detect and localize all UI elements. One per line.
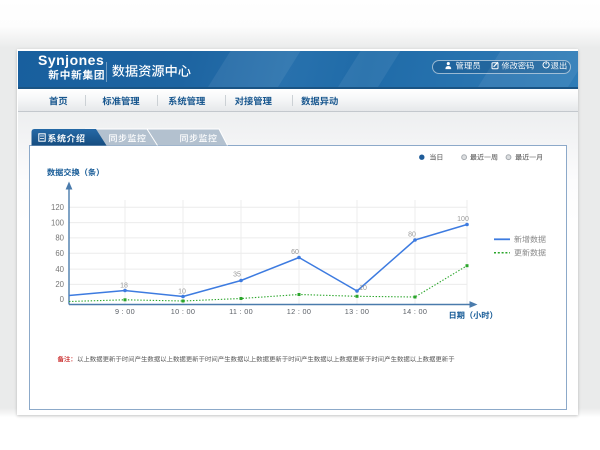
svg-text:12 : 00: 12 : 00 <box>287 307 311 316</box>
svg-text:60: 60 <box>55 249 64 258</box>
svg-text:100: 100 <box>51 218 65 227</box>
svg-text:80: 80 <box>408 232 416 239</box>
svg-text:80: 80 <box>55 234 64 243</box>
svg-text:11 : 00: 11 : 00 <box>229 307 253 316</box>
svg-text:40: 40 <box>55 265 64 274</box>
svg-text:10 : 00: 10 : 00 <box>171 307 195 316</box>
svg-text:14 : 00: 14 : 00 <box>403 307 427 316</box>
svg-text:100: 100 <box>457 216 469 223</box>
svg-text:13 : 00: 13 : 00 <box>345 307 369 316</box>
svg-text:20: 20 <box>55 280 64 289</box>
svg-text:9 : 00: 9 : 00 <box>115 307 135 316</box>
svg-text:18: 18 <box>120 282 128 289</box>
svg-text:10: 10 <box>359 285 367 292</box>
svg-text:60: 60 <box>291 249 299 256</box>
svg-text:10: 10 <box>178 288 186 295</box>
svg-text:35: 35 <box>233 272 241 279</box>
svg-text:0: 0 <box>60 295 65 304</box>
svg-text:120: 120 <box>51 203 65 212</box>
